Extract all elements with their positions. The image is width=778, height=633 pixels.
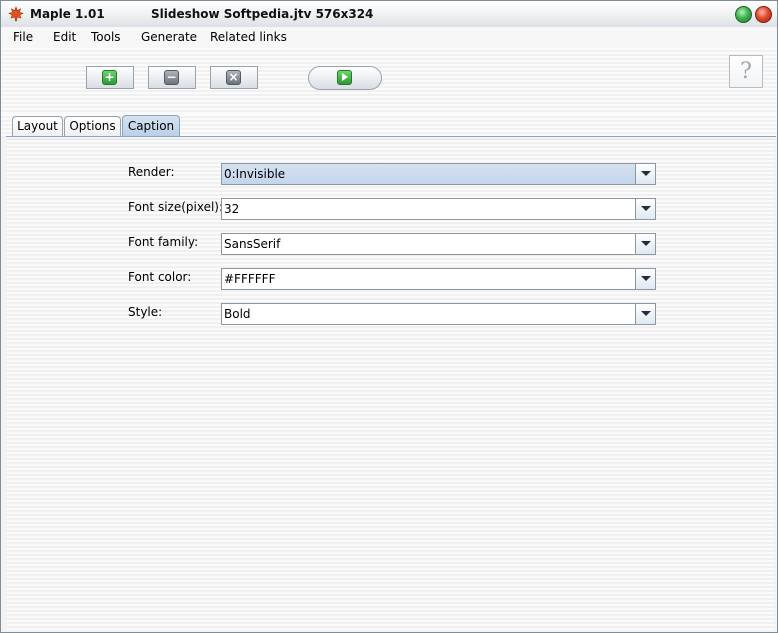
plus-icon: +: [102, 69, 117, 85]
play-button[interactable]: [308, 66, 382, 90]
remove-button[interactable]: −: [148, 66, 196, 89]
menu-bar: File Edit Tools Generate Related links: [1, 27, 777, 48]
chevron-down-icon[interactable]: [635, 234, 655, 254]
font-size-label: Font size(pixel):: [128, 200, 224, 214]
caption-panel: Render: 0:Invisible Font size(pixel): 32…: [7, 139, 775, 630]
menu-file[interactable]: File: [13, 30, 33, 44]
close-button[interactable]: [755, 6, 772, 23]
font-size-value: 32: [224, 202, 240, 216]
font-family-select[interactable]: SansSerif: [221, 233, 656, 255]
chevron-down-icon[interactable]: [635, 269, 655, 289]
style-label: Style:: [128, 305, 163, 319]
tab-caption[interactable]: Caption: [122, 115, 180, 137]
font-family-value: SansSerif: [224, 237, 281, 251]
toolbar: + − × ?: [1, 48, 777, 114]
title-bar: Maple 1.01 Slideshow Softpedia.jtv 576x3…: [1, 1, 777, 28]
chevron-down-icon[interactable]: [635, 199, 655, 219]
menu-edit[interactable]: Edit: [53, 30, 76, 44]
maximize-button[interactable]: [735, 6, 752, 23]
tab-bar: Layout Options Caption: [1, 114, 777, 137]
font-size-select[interactable]: 32: [221, 198, 656, 220]
font-color-label: Font color:: [128, 270, 192, 284]
clear-button[interactable]: ×: [210, 66, 258, 89]
help-button[interactable]: ?: [729, 55, 763, 88]
menu-tools[interactable]: Tools: [91, 30, 121, 44]
document-title: Slideshow Softpedia.jtv 576x324: [151, 7, 374, 21]
maple-leaf-icon: [8, 6, 24, 22]
x-icon: ×: [226, 69, 241, 85]
tab-options[interactable]: Options: [64, 116, 121, 136]
tab-layout[interactable]: Layout: [12, 116, 63, 136]
app-title: Maple 1.01: [30, 7, 105, 21]
chevron-down-icon[interactable]: [635, 164, 655, 184]
chevron-down-icon[interactable]: [635, 304, 655, 324]
app-window: Maple 1.01 Slideshow Softpedia.jtv 576x3…: [0, 0, 778, 633]
render-select[interactable]: 0:Invisible: [221, 163, 656, 185]
style-value: Bold: [224, 307, 251, 321]
font-family-label: Font family:: [128, 235, 199, 249]
play-icon: [337, 70, 352, 85]
font-color-select[interactable]: #FFFFFF: [221, 268, 656, 290]
render-label: Render:: [128, 165, 175, 179]
style-select[interactable]: Bold: [221, 303, 656, 325]
render-value: 0:Invisible: [224, 167, 286, 181]
add-button[interactable]: +: [86, 66, 134, 89]
minus-icon: −: [164, 69, 179, 85]
tab-divider: [6, 136, 776, 137]
menu-generate[interactable]: Generate: [141, 30, 197, 44]
menu-related-links[interactable]: Related links: [210, 30, 287, 44]
font-color-value: #FFFFFF: [224, 272, 276, 286]
